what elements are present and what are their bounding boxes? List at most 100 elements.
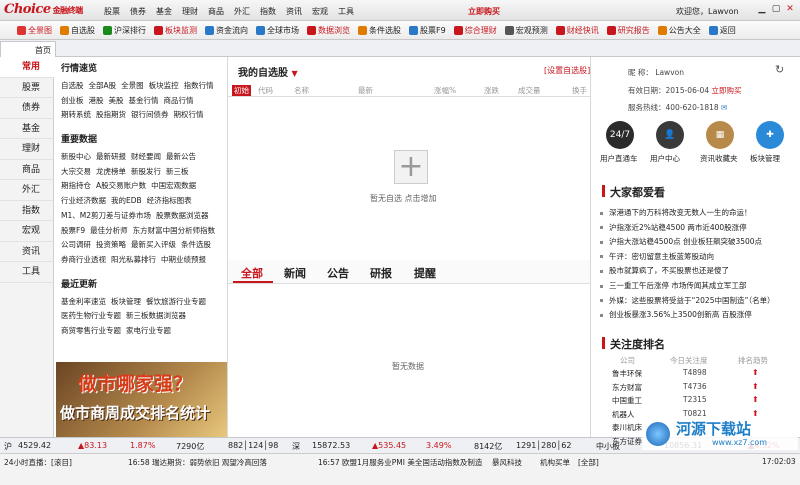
live-ticker[interactable]: 24小时直播：[滚目]: [4, 457, 72, 468]
quick-link[interactable]: 新股发行: [131, 165, 161, 180]
add-stock-hint[interactable]: 暂无自选 点击增加: [370, 193, 437, 204]
mail-icon[interactable]: ✉: [721, 103, 727, 112]
service-label[interactable]: 板块管理: [750, 153, 780, 164]
quick-link[interactable]: 公司调研: [61, 238, 91, 253]
menu-item[interactable]: 理财: [182, 6, 198, 17]
quick-link[interactable]: 家电行业专题: [126, 324, 171, 339]
menu-item[interactable]: 债券: [130, 6, 146, 17]
menu-item[interactable]: 基金: [156, 6, 172, 17]
toolbar-button[interactable]: 财经快讯: [553, 25, 602, 36]
quick-link[interactable]: 中期业绩预报: [161, 253, 206, 268]
quick-link[interactable]: 股票数据浏览器: [156, 209, 209, 224]
focus-company[interactable]: 机器人: [612, 409, 635, 420]
quick-link[interactable]: 投资策略: [96, 238, 126, 253]
toolbar-button[interactable]: 数据浏览: [304, 25, 353, 36]
quick-link[interactable]: 中国宏观数据: [151, 179, 196, 194]
focus-company[interactable]: 鲁丰环保: [612, 368, 642, 379]
watchlist-col-header[interactable]: 初始: [232, 84, 251, 96]
user-center-icon[interactable]: 👤: [656, 121, 684, 149]
refresh-icon[interactable]: ↻: [775, 63, 784, 76]
add-icon[interactable]: +: [394, 150, 428, 184]
hot-news-item[interactable]: 外媒：这些股票将受益于“2025中国制造”（名单）: [600, 295, 775, 306]
institutional-buy[interactable]: 机构买单: [540, 457, 570, 468]
quick-link[interactable]: 最佳分析师: [90, 224, 128, 239]
quick-link[interactable]: 美股: [109, 94, 124, 109]
hot-news-item[interactable]: 沪指涨近2%站稳4500 两市近400股涨停: [600, 222, 747, 233]
quick-link[interactable]: 新三板数据浏览器: [126, 309, 186, 324]
toolbar-button[interactable]: 综合理财: [451, 25, 500, 36]
sidebar-item[interactable]: 指数: [0, 201, 53, 221]
quick-link[interactable]: 我的EDB: [111, 194, 142, 209]
menu-item[interactable]: 工具: [338, 6, 354, 17]
quick-link[interactable]: 条件选股: [181, 238, 211, 253]
ticker-news[interactable]: 16:58 瑞达期货：弱势依旧 观望冷高回落: [128, 457, 267, 468]
quick-link[interactable]: 商品行情: [164, 94, 194, 109]
watchlist-col-header[interactable]: 涨幅%: [434, 85, 456, 96]
news-tab[interactable]: 研报: [370, 265, 392, 281]
focus-company[interactable]: 中国重工: [612, 395, 642, 406]
headset-icon[interactable]: 24/7: [606, 121, 634, 149]
quick-link[interactable]: 最新买入评级: [131, 238, 176, 253]
quick-link[interactable]: 新三板: [166, 165, 189, 180]
news-tab[interactable]: 新闻: [284, 265, 306, 281]
ticker-news[interactable]: 16:57 欧盟1月服务业PMI 美全国活动指数及制造: [318, 457, 482, 468]
toolbar-button[interactable]: 返回: [706, 25, 739, 36]
quick-link[interactable]: 创业板: [61, 94, 84, 109]
hot-news-item[interactable]: 沪指大涨站稳4500点 创业板狂飙突破3500点: [600, 236, 762, 247]
quick-link[interactable]: 大宗交易: [61, 165, 91, 180]
watchlist-col-header[interactable]: 成交量: [518, 85, 541, 96]
watchlist-col-header[interactable]: 代码: [258, 85, 273, 96]
menu-item[interactable]: 资讯: [286, 6, 302, 17]
quick-link[interactable]: 新股中心: [61, 150, 91, 165]
menu-item[interactable]: 外汇: [234, 6, 250, 17]
quick-link[interactable]: 最新研报: [96, 150, 126, 165]
sidebar-item[interactable]: 理财: [0, 139, 53, 160]
quick-link[interactable]: 期转系统: [61, 108, 91, 123]
quick-link[interactable]: 全部A股: [89, 79, 117, 94]
tab-home[interactable]: 首页: [0, 41, 56, 57]
sidebar-item[interactable]: 资讯: [0, 242, 53, 262]
toolbar-button[interactable]: 沪深排行: [100, 25, 149, 36]
service-label[interactable]: 资讯收藏夹: [700, 153, 738, 164]
quick-link[interactable]: 商贸零售行业专题: [61, 324, 121, 339]
quick-link[interactable]: 基金行情: [129, 94, 159, 109]
hot-news-item[interactable]: 三一重工午后涨停 市场传闻其成立军工部: [600, 280, 746, 291]
quick-link[interactable]: 经济指标图表: [147, 194, 192, 209]
menu-item[interactable]: 指数: [260, 6, 276, 17]
watchlist-col-header[interactable]: 名称: [294, 85, 309, 96]
quick-link[interactable]: 板块管理: [111, 295, 141, 310]
buy-now-link[interactable]: 立即购买: [468, 6, 500, 17]
quick-link[interactable]: 期权行情: [174, 108, 204, 123]
menu-item[interactable]: 商品: [208, 6, 224, 17]
menu-item[interactable]: 宏观: [312, 6, 328, 17]
toolbar-button[interactable]: 研究报告: [604, 25, 653, 36]
quick-link[interactable]: 龙虎榜单: [96, 165, 126, 180]
favorites-icon[interactable]: ▦: [706, 121, 734, 149]
tools-icon[interactable]: ✚: [756, 121, 784, 149]
sidebar-item[interactable]: 工具: [0, 262, 53, 283]
toolbar-button[interactable]: 股票F9: [406, 25, 449, 36]
quick-link[interactable]: 财经要闻: [131, 150, 161, 165]
promo-banner[interactable]: 做市哪家强？ 做市商周成交排名统计: [56, 362, 227, 437]
quick-link[interactable]: 阳光私募排行: [111, 253, 156, 268]
watchlist-title[interactable]: 我的自选股 ▼: [238, 64, 298, 79]
watchlist-col-header[interactable]: 涨跌: [484, 85, 499, 96]
quick-link[interactable]: 港股: [89, 94, 104, 109]
service-label[interactable]: 用户直通车: [600, 153, 638, 164]
set-watchlist-link[interactable]: [设置自选股]: [544, 65, 590, 76]
sidebar-item[interactable]: 外汇: [0, 180, 53, 201]
quick-link[interactable]: 板块监控: [149, 79, 179, 94]
quick-link[interactable]: 餐饮旅游行业专题: [146, 295, 206, 310]
toolbar-button[interactable]: 资金流向: [202, 25, 251, 36]
toolbar-button[interactable]: 自选股: [57, 25, 98, 36]
sidebar-item[interactable]: 基金: [0, 119, 53, 139]
sidebar-item[interactable]: 商品: [0, 160, 53, 180]
hot-news-item[interactable]: 午评：密切留意主板蓝筹股动向: [600, 251, 714, 262]
sidebar-item[interactable]: 宏观: [0, 221, 53, 242]
focus-company[interactable]: 泰川机床: [612, 422, 642, 433]
toolbar-button[interactable]: 宏观预测: [502, 25, 551, 36]
quick-link[interactable]: 自选股: [61, 79, 84, 94]
toolbar-button[interactable]: 板块监测: [151, 25, 200, 36]
quick-link[interactable]: 最新公告: [166, 150, 196, 165]
sidebar-item[interactable]: 股票: [0, 78, 53, 98]
